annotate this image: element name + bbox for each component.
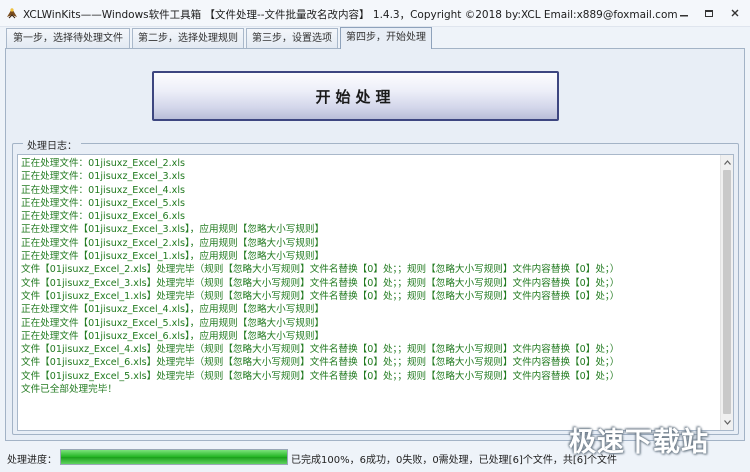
log-group: 处理日志： 正在处理文件：01jisuxz_Excel_2.xls 正在处理文件：… [12,137,739,435]
log-line: 文件【01jisuxz_Excel_4.xls】处理完毕（规则【忽略大小写规则】… [21,344,620,356]
title-bar: XCLWinKits——Windows软件工具箱 【文件处理--文件批量改名改内… [0,0,750,27]
progress-label: 处理进度： [7,455,57,466]
log-line: 正在处理文件：01jisuxz_Excel_4.xls [21,184,185,196]
app-eagle-icon [7,8,17,19]
log-line: 正在处理文件【01jisuxz_Excel_3.xls】，应用规则【忽略大小写规… [21,224,325,236]
log-textbox[interactable]: 正在处理文件：01jisuxz_Excel_2.xls 正在处理文件：01jisu… [17,154,734,431]
close-button[interactable] [724,4,746,22]
start-processing-button[interactable]: 开始处理 [152,71,559,121]
minimize-icon [680,15,688,17]
tab-step-4[interactable]: 第四步，开始处理 [340,27,432,49]
tab-step-1[interactable]: 第一步，选择待处理文件 [6,28,130,49]
log-line: 文件【01jisuxz_Excel_2.xls】处理完毕（规则【忽略大小写规则】… [21,264,620,276]
scroll-thumb[interactable] [723,170,731,414]
progress-bar [60,449,288,465]
log-line: 正在处理文件【01jisuxz_Excel_1.xls】，应用规则【忽略大小写规… [21,251,325,263]
restore-icon [705,10,713,17]
log-scrollbar[interactable] [720,155,733,430]
watermark-text: 极速下载站 [569,427,709,458]
minimize-button[interactable] [673,4,695,22]
log-legend: 处理日志： [23,137,81,152]
log-line: 正在处理文件【01jisuxz_Excel_5.xls】，应用规则【忽略大小写规… [21,317,325,329]
restore-button[interactable] [698,4,720,22]
window-title: XCLWinKits——Windows软件工具箱 【文件处理--文件批量改名改内… [23,9,678,21]
log-lines: 正在处理文件：01jisuxz_Excel_2.xls 正在处理文件：01jisu… [21,157,733,396]
log-line: 正在处理文件：01jisuxz_Excel_3.xls [21,171,185,183]
log-line: 文件【01jisuxz_Excel_1.xls】处理完毕（规则【忽略大小写规则】… [21,290,620,302]
scroll-down-arrow-icon [723,420,731,425]
scroll-down-button[interactable] [721,416,733,429]
close-icon [731,9,739,17]
scroll-up-button[interactable] [721,156,733,169]
progress-fill [61,450,287,464]
log-line: 正在处理文件【01jisuxz_Excel_2.xls】，应用规则【忽略大小写规… [21,237,325,249]
step-tabs: 第一步，选择待处理文件 第二步，选择处理规则 第三步，设置选项 第四步，开始处理 [6,27,746,49]
log-line: 文件【01jisuxz_Excel_6.xls】处理完毕（规则【忽略大小写规则】… [21,357,620,369]
tab-panel-step-4: 开始处理 处理日志： 正在处理文件：01jisuxz_Excel_2.xls 正在… [5,48,745,441]
log-line: 正在处理文件【01jisuxz_Excel_4.xls】，应用规则【忽略大小写规… [21,304,325,316]
log-line: 正在处理文件【01jisuxz_Excel_6.xls】，应用规则【忽略大小写规… [21,330,325,342]
log-line: 文件【01jisuxz_Excel_5.xls】处理完毕（规则【忽略大小写规则】… [21,370,620,382]
log-line: 正在处理文件：01jisuxz_Excel_2.xls [21,158,185,169]
log-line: 正在处理文件：01jisuxz_Excel_6.xls [21,211,185,223]
log-line: 文件【01jisuxz_Excel_3.xls】处理完毕（规则【忽略大小写规则】… [21,277,620,289]
log-line: 正在处理文件：01jisuxz_Excel_5.xls [21,197,185,209]
scroll-up-arrow-icon [723,160,731,165]
tab-step-3[interactable]: 第三步，设置选项 [246,28,338,49]
tab-step-2[interactable]: 第二步，选择处理规则 [132,28,244,49]
log-line: 文件已全部处理完毕！ [21,384,117,396]
